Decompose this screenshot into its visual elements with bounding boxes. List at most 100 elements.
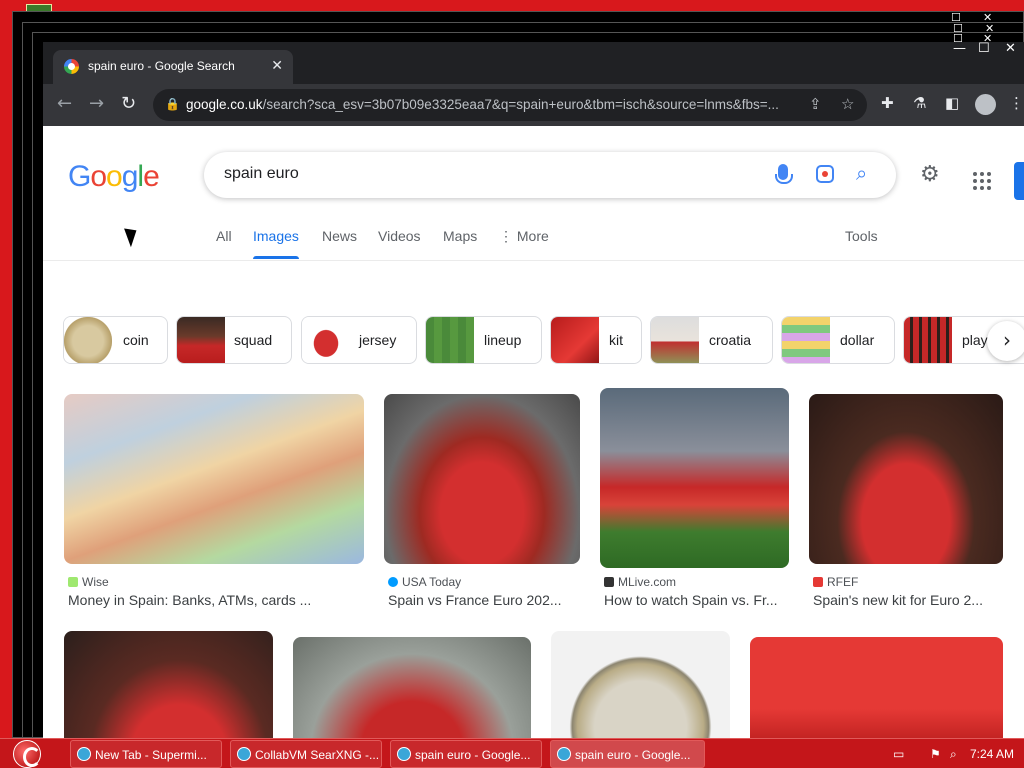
voice-search-icon[interactable]: [775, 164, 793, 184]
search-type-tabs: All Images News Videos Maps ⋮ More Tools: [43, 226, 1024, 261]
search-box[interactable]: spain euro ⌕: [204, 152, 896, 198]
chip-squad[interactable]: squad: [176, 316, 292, 364]
sign-in-button[interactable]: [1014, 162, 1024, 200]
chip-label: croatia: [709, 332, 752, 348]
tab-more[interactable]: ⋮ More: [499, 228, 549, 245]
chip-dollar-thumbnail: [782, 317, 830, 363]
result-source: USA Today: [388, 575, 461, 589]
search-input[interactable]: spain euro: [224, 165, 299, 183]
browser-toolbar: ← → ↻ 🔒 google.co.uk/search?sca_esv=3b07…: [43, 84, 1024, 126]
result-caption[interactable]: Spain's new kit for Euro 2...: [813, 592, 996, 608]
tab-strip: spain euro - Google Search ✕ — ☐ ✕: [43, 42, 1024, 84]
result-image-espana-team-poster[interactable]: [750, 637, 1003, 738]
result-image-spain-euro-coin[interactable]: [551, 631, 730, 738]
result-image-player-pointing[interactable]: [64, 631, 273, 738]
tab-title: spain euro - Google Search: [88, 59, 235, 73]
browser-window: spain euro - Google Search ✕ — ☐ ✕ ← → ↻…: [43, 42, 1024, 738]
task-label: spain euro - Google...: [415, 748, 531, 762]
task-label: CollabVM SearXNG -...: [255, 748, 380, 762]
taskbar: New Tab - Supermi... CollabVM SearXNG -.…: [0, 738, 1024, 768]
usa-today-favicon-icon: [388, 577, 398, 587]
chip-kit-thumbnail: [551, 317, 599, 363]
chip-coin[interactable]: coin: [63, 316, 168, 364]
result-source: RFEF: [813, 575, 858, 589]
result-image-team-celebrating[interactable]: [600, 388, 789, 568]
tab-videos[interactable]: Videos: [378, 228, 421, 244]
side-panel-icon[interactable]: ◧: [945, 94, 959, 112]
taskbar-task-new-tab[interactable]: New Tab - Supermi...: [70, 740, 222, 768]
chip-label: play: [962, 332, 988, 348]
chip-label: coin: [123, 332, 149, 348]
chip-dollar[interactable]: dollar: [781, 316, 895, 364]
result-caption[interactable]: How to watch Spain vs. Fr...: [604, 592, 787, 608]
address-url: google.co.uk/search?sca_esv=3b07b09e3325…: [186, 97, 779, 112]
google-logo[interactable]: Google: [68, 160, 160, 194]
search-tray-icon[interactable]: ⌕: [950, 747, 957, 762]
chip-scroll-right-button[interactable]: ›: [987, 321, 1024, 361]
browser-menu-icon[interactable]: ⋮: [1009, 94, 1024, 112]
chip-label: kit: [609, 332, 623, 348]
chip-label: dollar: [840, 332, 875, 348]
forward-button[interactable]: →: [89, 93, 104, 114]
clock[interactable]: 7:24 AM: [970, 747, 1014, 761]
chip-play-thumbnail: [904, 317, 952, 363]
close-button[interactable]: ✕: [1005, 42, 1016, 56]
result-image-player-kit[interactable]: [809, 394, 1003, 564]
browser-icon: [77, 747, 91, 761]
share-icon[interactable]: ⇪: [809, 95, 822, 113]
start-orb-icon: [13, 740, 41, 768]
minimize-button[interactable]: —: [953, 42, 966, 56]
chip-label: lineup: [484, 332, 522, 348]
taskbar-task-spain-euro-1[interactable]: spain euro - Google...: [390, 740, 542, 768]
wise-favicon-icon: [68, 577, 78, 587]
address-bar[interactable]: 🔒 google.co.uk/search?sca_esv=3b07b09e33…: [153, 89, 867, 121]
result-image-euro-banknotes[interactable]: [64, 394, 364, 564]
tools-button[interactable]: Tools: [845, 228, 878, 244]
browser-icon: [397, 747, 411, 761]
chip-croatia-thumbnail: [651, 317, 699, 363]
task-label: New Tab - Supermi...: [95, 748, 207, 762]
result-caption[interactable]: Spain vs France Euro 202...: [388, 592, 578, 608]
back-button[interactable]: ←: [57, 93, 72, 114]
tab-images[interactable]: Images: [253, 228, 299, 259]
chip-jersey-thumbnail: [302, 317, 350, 363]
tab-close-icon[interactable]: ✕: [271, 57, 283, 74]
extensions-icon[interactable]: ✚: [881, 94, 894, 112]
keyboard-icon[interactable]: ▭: [893, 747, 904, 761]
search-icon[interactable]: ⌕: [856, 161, 867, 185]
rfef-favicon-icon: [813, 577, 823, 587]
network-icon[interactable]: ⚑: [930, 747, 941, 761]
chip-kit[interactable]: kit: [550, 316, 642, 364]
lock-icon: 🔒: [165, 97, 180, 111]
result-image-player-shouting[interactable]: [293, 637, 531, 738]
chip-lineup[interactable]: lineup: [425, 316, 542, 364]
settings-gear-icon[interactable]: ⚙: [920, 162, 940, 187]
result-image-player-smiling[interactable]: [384, 394, 580, 564]
chip-label: squad: [234, 332, 273, 348]
tab-maps[interactable]: Maps: [443, 228, 477, 244]
start-button[interactable]: [10, 739, 46, 768]
tab-all[interactable]: All: [216, 228, 232, 244]
maximize-button[interactable]: ☐: [978, 42, 990, 56]
google-images-page: Google spain euro ⌕ ⚙ All Images News Vi…: [43, 126, 1024, 738]
profile-avatar[interactable]: [975, 94, 996, 115]
result-source: Wise: [68, 575, 109, 589]
mlive-favicon-icon: [604, 577, 614, 587]
chip-squad-thumbnail: [177, 317, 225, 363]
chip-coin-thumbnail: [64, 317, 112, 363]
apps-grid-icon[interactable]: [973, 172, 991, 190]
result-source: MLive.com: [604, 575, 676, 589]
reload-button[interactable]: ↻: [121, 93, 136, 114]
chip-croatia[interactable]: croatia: [650, 316, 773, 364]
google-lens-icon[interactable]: [816, 165, 834, 183]
chip-jersey[interactable]: jersey: [301, 316, 417, 364]
taskbar-task-collabvm[interactable]: CollabVM SearXNG -...: [230, 740, 382, 768]
chip-lineup-thumbnail: [426, 317, 474, 363]
taskbar-task-spain-euro-2[interactable]: spain euro - Google...: [550, 740, 705, 768]
result-caption[interactable]: Money in Spain: Banks, ATMs, cards ...: [68, 592, 358, 608]
labs-flask-icon[interactable]: ⚗: [913, 94, 926, 112]
tab-news[interactable]: News: [322, 228, 357, 244]
browser-icon: [237, 747, 251, 761]
tab-google-search[interactable]: spain euro - Google Search ✕: [53, 50, 293, 84]
bookmark-star-icon[interactable]: ☆: [841, 95, 854, 113]
